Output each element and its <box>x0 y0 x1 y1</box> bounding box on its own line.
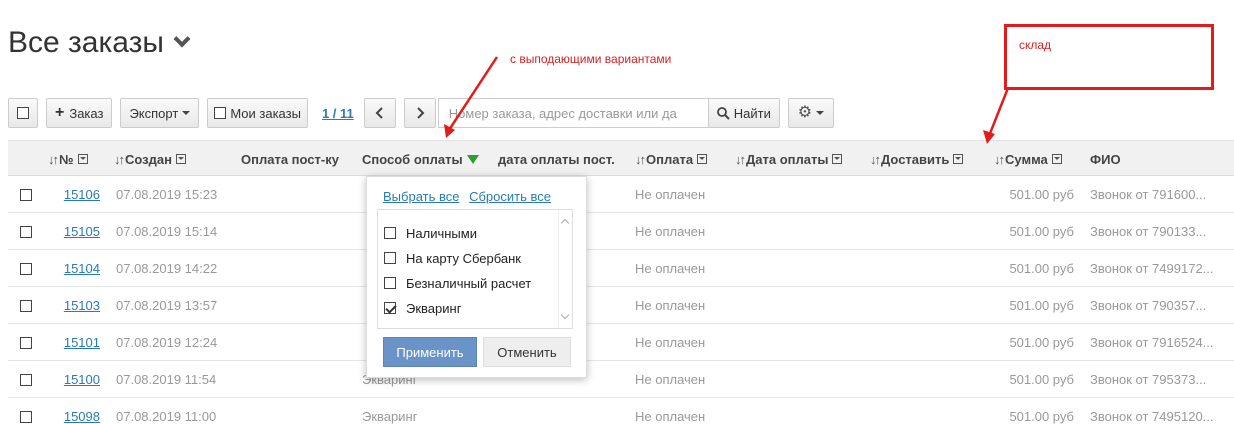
annotation-arrows <box>444 56 1010 144</box>
annotation-arrow-dropdown <box>444 56 499 138</box>
annotation-arrow-box <box>983 87 1010 144</box>
